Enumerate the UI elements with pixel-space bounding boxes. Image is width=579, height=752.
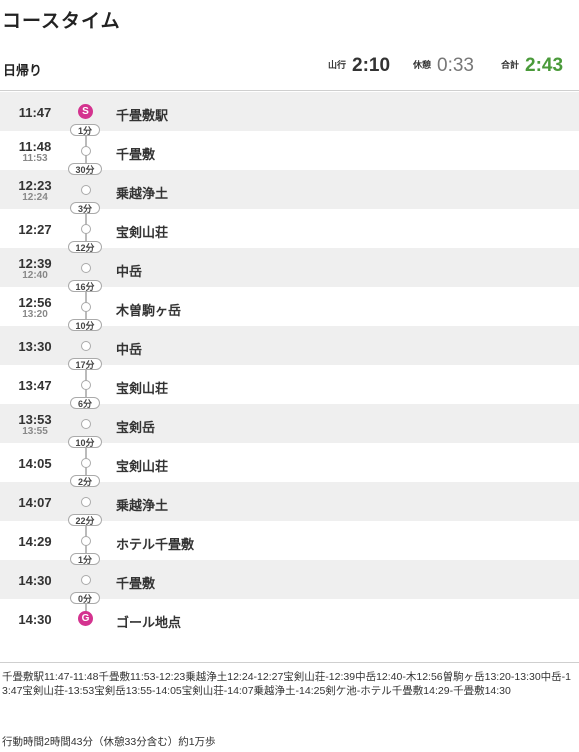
stop-time: 14:07 xyxy=(0,495,70,510)
stop-name[interactable]: 千畳敷 xyxy=(116,573,155,592)
departure-time: 13:20 xyxy=(22,309,48,320)
arrival-time: 12:39 xyxy=(18,256,52,271)
total-time-label: 合計 xyxy=(501,60,520,70)
arrival-time: 11:47 xyxy=(18,105,52,120)
trip-type-label: 日帰り xyxy=(3,63,43,78)
arrival-time: 11:48 xyxy=(18,139,52,154)
goal-marker-icon: G xyxy=(78,611,93,626)
stop-time: 14:05 xyxy=(0,456,70,471)
stop-time: 13:47 xyxy=(0,378,70,393)
waypoint-node-icon xyxy=(81,224,91,234)
stop-name[interactable]: 乗越浄土 xyxy=(116,183,168,202)
stop-time: 12:39 12:40 xyxy=(0,256,70,281)
segment-duration-badge: 22分 xyxy=(68,514,102,526)
stop-name[interactable]: ホテル千畳敷 xyxy=(116,534,194,553)
arrival-time: 13:30 xyxy=(18,339,52,354)
stop-time: 11:47 xyxy=(0,105,70,120)
segment-duration-badge: 10分 xyxy=(68,319,102,331)
route-description: 千畳敷駅11:47-11:48千畳敷11:53-12:23乗越浄土12:24-1… xyxy=(2,671,572,697)
stop-time: 12:23 12:24 xyxy=(0,178,70,203)
arrival-time: 14:05 xyxy=(18,456,52,471)
segment-duration-badge: 1分 xyxy=(70,124,100,136)
arrival-time: 12:23 xyxy=(18,178,52,193)
stop-time: 13:53 13:55 xyxy=(0,412,70,437)
time-summary: 日帰り 山行 2:10 休憩 0:33 合計 2:43 xyxy=(0,55,579,84)
stop-time: 13:30 xyxy=(0,339,70,354)
segment-duration-badge: 10分 xyxy=(68,436,102,448)
waypoint-node-icon xyxy=(81,146,91,156)
segment-duration-badge: 17分 xyxy=(68,358,102,370)
total-time-stat: 合計 2:43 xyxy=(501,55,563,77)
stop-name[interactable]: 宝剣山荘 xyxy=(116,222,168,241)
segment-duration-badge: 16分 xyxy=(68,280,102,292)
stop-time: 12:56 13:20 xyxy=(0,295,70,320)
climb-time-stat: 山行 2:10 xyxy=(328,55,390,77)
departure-time: 12:24 xyxy=(22,192,48,203)
stop-name[interactable]: ゴール地点 xyxy=(116,612,181,631)
stop-name[interactable]: 宝剣山荘 xyxy=(116,456,168,475)
waypoint-node-icon xyxy=(81,302,91,312)
departure-time: 12:40 xyxy=(22,270,48,281)
segment-duration-badge: 6分 xyxy=(70,397,100,409)
arrival-time: 14:07 xyxy=(18,495,52,510)
climb-time-value: 2:10 xyxy=(352,55,391,76)
divider xyxy=(0,662,579,663)
stop-time: 14:30 xyxy=(0,573,70,588)
start-marker-icon: S xyxy=(78,104,93,119)
waypoint-node-icon xyxy=(81,380,91,390)
arrival-time: 14:30 xyxy=(18,573,52,588)
waypoint-node-icon xyxy=(81,263,91,273)
course-timeline: 11:47 千畳敷駅 S 11:48 11:53 千畳敷 12:23 12:24 乗越浄土 12:… xyxy=(0,92,579,630)
segment-duration-badge: 0分 xyxy=(70,592,100,604)
stop-name[interactable]: 宝剣岳 xyxy=(116,417,155,436)
activity-summary: 行動時間2時間43分（休憩33分含む）約1万歩 xyxy=(2,736,216,748)
arrival-time: 13:47 xyxy=(18,378,52,393)
segment-duration-badge: 1分 xyxy=(70,553,100,565)
waypoint-node-icon xyxy=(81,497,91,507)
departure-time: 13:55 xyxy=(22,426,48,437)
stop-name[interactable]: 宝剣山荘 xyxy=(116,378,168,397)
stop-name[interactable]: 中岳 xyxy=(116,261,142,280)
stop-name[interactable]: 乗越浄土 xyxy=(116,495,168,514)
departure-time: 11:53 xyxy=(22,153,48,164)
stop-time: 11:48 11:53 xyxy=(0,139,70,164)
arrival-time: 14:29 xyxy=(18,534,52,549)
waypoint-node-icon xyxy=(81,341,91,351)
stop-name[interactable]: 千畳敷駅 xyxy=(116,105,168,124)
waypoint-node-icon xyxy=(81,536,91,546)
waypoint-node-icon xyxy=(81,458,91,468)
climb-time-label: 山行 xyxy=(328,60,347,70)
waypoint-node-icon xyxy=(81,185,91,195)
divider xyxy=(0,90,579,91)
segment-duration-badge: 3分 xyxy=(70,202,100,214)
arrival-time: 13:53 xyxy=(18,412,52,427)
stop-name[interactable]: 千畳敷 xyxy=(116,144,155,163)
arrival-time: 14:30 xyxy=(18,612,52,627)
arrival-time: 12:56 xyxy=(18,295,52,310)
page-title: コースタイム xyxy=(2,11,121,32)
segment-duration-badge: 12分 xyxy=(68,241,102,253)
total-time-value: 2:43 xyxy=(525,55,564,76)
segment-duration-badge: 2分 xyxy=(70,475,100,487)
rest-time-stat: 休憩 0:33 xyxy=(413,55,474,77)
rest-time-label: 休憩 xyxy=(413,60,432,70)
waypoint-node-icon xyxy=(81,575,91,585)
stop-name[interactable]: 木曽駒ヶ岳 xyxy=(116,300,181,319)
segment-duration-badge: 30分 xyxy=(68,163,102,175)
rest-time-value: 0:33 xyxy=(437,55,474,76)
waypoint-node-icon xyxy=(81,419,91,429)
stop-time: 14:29 xyxy=(0,534,70,549)
arrival-time: 12:27 xyxy=(18,222,52,237)
stop-time: 12:27 xyxy=(0,222,70,237)
stop-name[interactable]: 中岳 xyxy=(116,339,142,358)
stop-time: 14:30 xyxy=(0,612,70,627)
